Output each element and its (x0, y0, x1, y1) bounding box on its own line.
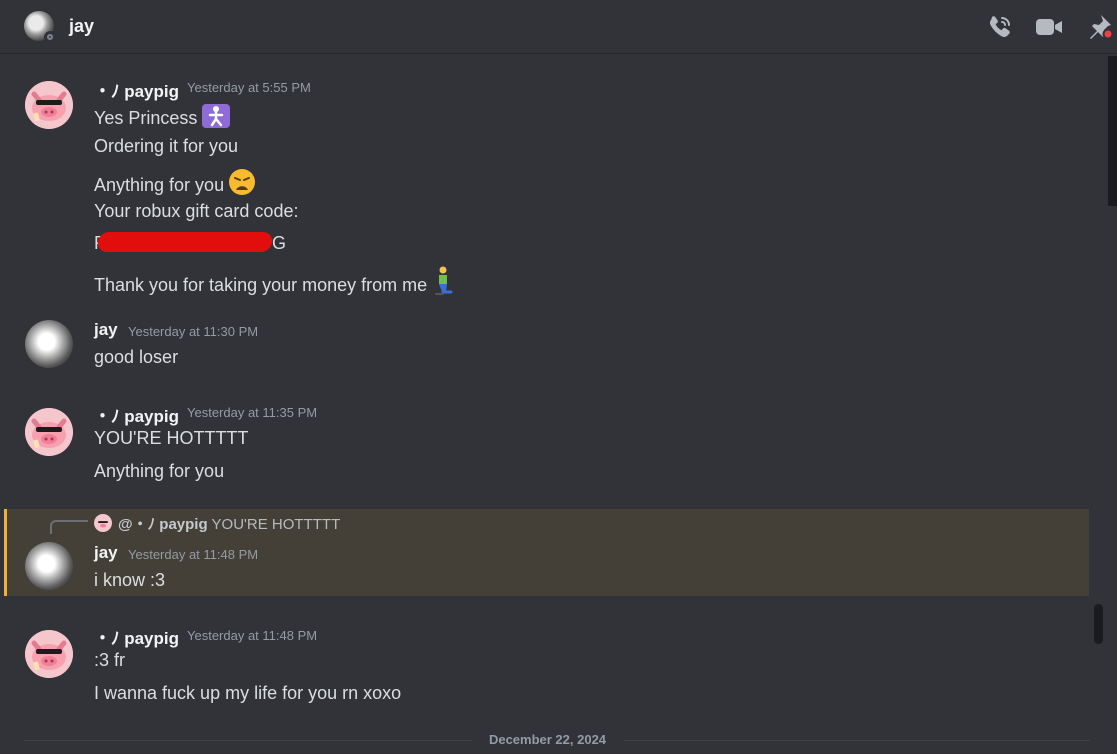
offline-status-icon (44, 31, 56, 43)
phone-call-icon[interactable] (985, 12, 1015, 42)
date-divider: December 22, 2024 (488, 732, 607, 747)
author-name[interactable]: ・ﾉ paypig (94, 624, 179, 649)
pig-icon (25, 408, 73, 456)
pin-icon[interactable] (1084, 12, 1114, 42)
kneeling-person-emoji-icon (202, 104, 231, 128)
dm-title[interactable]: jay (69, 16, 94, 37)
pig-icon (25, 630, 73, 678)
video-call-icon[interactable] (1034, 12, 1064, 42)
timestamp[interactable]: Yesterday at 11:48 PM (128, 547, 258, 562)
message-line: :3 fr (94, 650, 126, 670)
author-name[interactable]: ・ﾉ paypig (94, 77, 179, 102)
author-name[interactable]: ・ﾉ paypig (94, 402, 179, 427)
reply-text[interactable]: YOU'RE HOTTTTT (212, 516, 341, 533)
avatar[interactable] (25, 320, 73, 368)
channel-header: jay (0, 0, 1117, 54)
pig-icon (94, 514, 112, 532)
message-line: i know :3 (94, 570, 166, 590)
author-name[interactable]: jay (94, 543, 118, 563)
dm-avatar[interactable] (24, 11, 56, 43)
avatar[interactable] (25, 630, 73, 678)
message-line: Anything for you (94, 168, 256, 196)
timestamp[interactable]: Yesterday at 11:30 PM (128, 324, 258, 339)
redaction-scribble (96, 232, 274, 252)
scrollbar-thumb[interactable] (1094, 604, 1103, 644)
timestamp[interactable]: Yesterday at 11:48 PM (187, 628, 317, 643)
timestamp[interactable]: Yesterday at 5:55 PM (187, 80, 311, 95)
weary-face-emoji-icon (229, 169, 256, 195)
message-line: YOU'RE HOTTTTT (94, 428, 249, 448)
timestamp[interactable]: Yesterday at 11:35 PM (187, 405, 317, 420)
avatar[interactable] (25, 408, 73, 456)
message-line: Thank you for taking your money from me (94, 266, 455, 296)
author-name[interactable]: jay (94, 320, 118, 340)
reply-preview[interactable]: @・ﾉ paypig YOU'RE HOTTTTT (94, 513, 340, 534)
message-line: Yes Princess (94, 103, 231, 129)
message-line: good loser (94, 347, 179, 367)
avatar[interactable] (25, 81, 73, 129)
reply-author[interactable]: @・ﾉ paypig (118, 516, 208, 533)
reply-spine (50, 520, 88, 534)
message-line: Ordering it for you (94, 136, 239, 156)
scrollbar-top[interactable] (1108, 56, 1117, 206)
message-line: I wanna fuck up my life for you rn xoxo (94, 683, 402, 703)
avatar[interactable] (25, 542, 73, 590)
message-line: Your robux gift card code: (94, 201, 299, 221)
message-line: Anything for you (94, 461, 225, 481)
kneeling-man-emoji-icon (435, 266, 453, 295)
pig-icon (25, 81, 73, 129)
